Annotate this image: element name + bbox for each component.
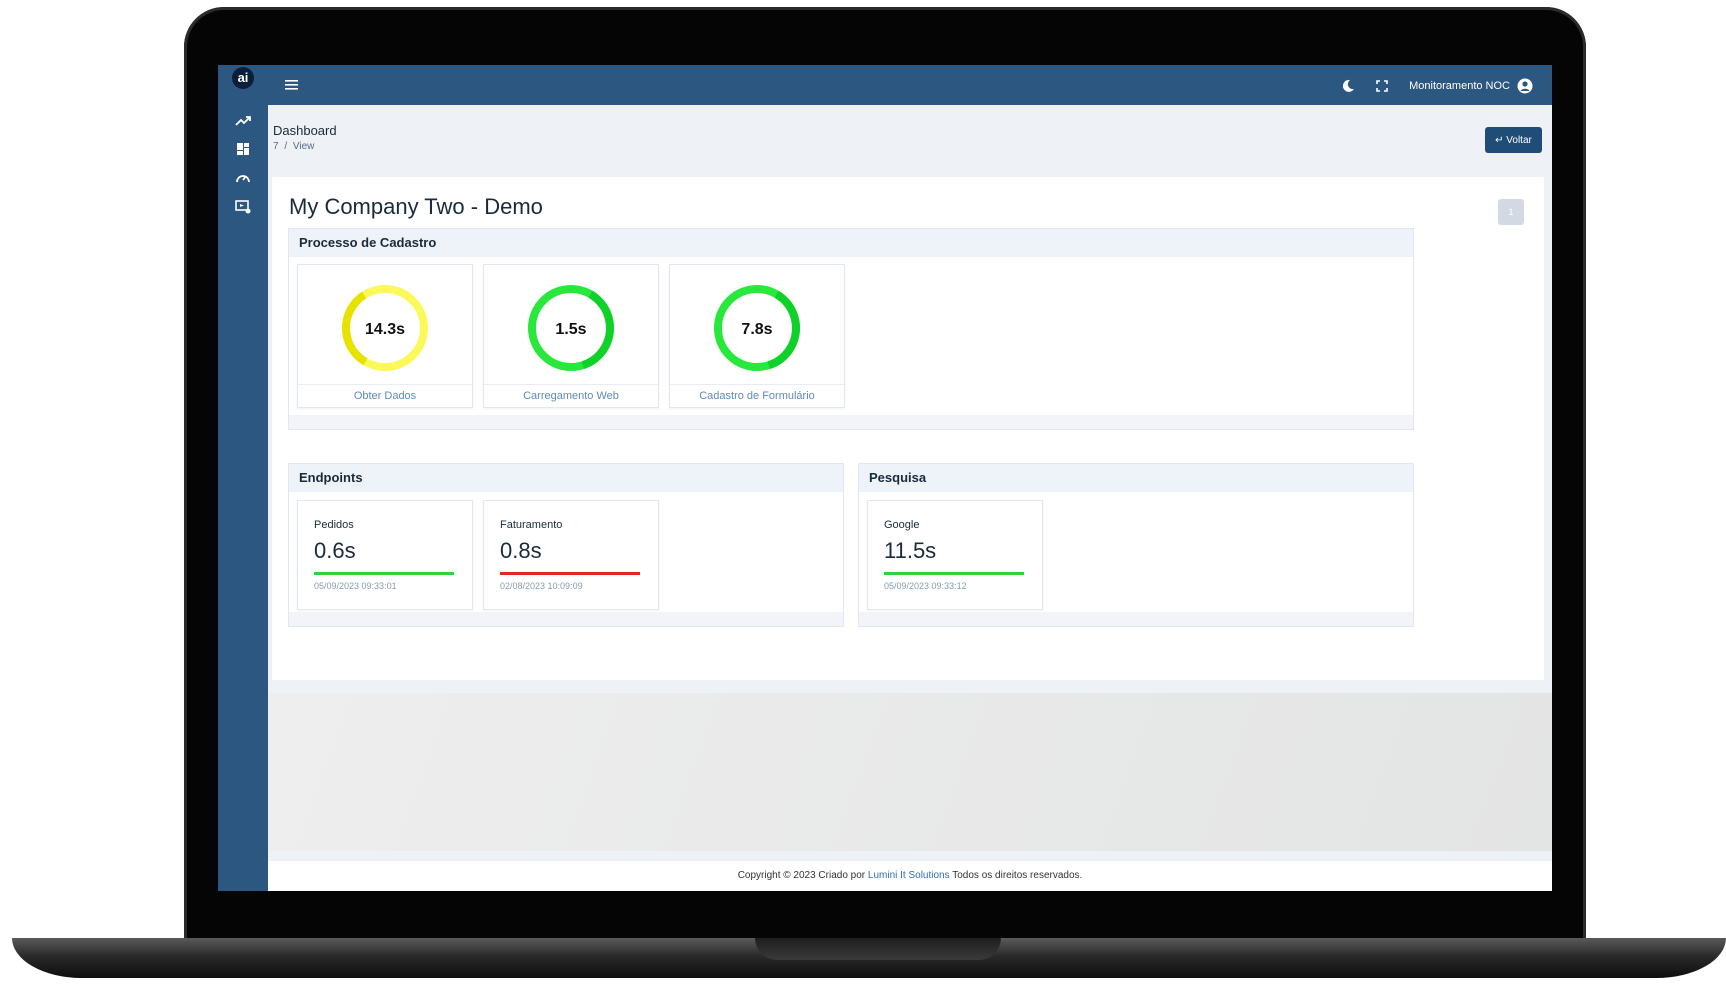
gauge-card[interactable]: 1.5s Carregamento Web (483, 264, 659, 408)
empty-area (268, 693, 1552, 851)
laptop-notch (755, 938, 1001, 960)
breadcrumb: 7 / View (273, 141, 314, 152)
gauge-label: Cadastro de Formulário (670, 384, 844, 407)
endpoints-body: Pedidos 0.6s 05/09/2023 09:33:01 Faturam… (289, 492, 843, 612)
panel-title: Pesquisa (859, 464, 1413, 492)
video-settings-icon[interactable] (234, 198, 252, 216)
endpoint-card[interactable]: Pedidos 0.6s 05/09/2023 09:33:01 (297, 500, 473, 610)
pesquisa-body: Google 11.5s 05/09/2023 09:33:12 (859, 492, 1413, 612)
fullscreen-icon[interactable] (1373, 77, 1391, 95)
gauge-ring: 7.8s (714, 285, 800, 371)
dashboard-grid-icon[interactable] (234, 140, 252, 158)
company-title: My Company Two - Demo (289, 194, 543, 219)
endpoint-status-bar (884, 572, 1024, 575)
footer-rights: Todos os direitos reservados. (952, 870, 1083, 881)
gauge-card[interactable]: 14.3s Obter Dados (297, 264, 473, 408)
breadcrumb-current: View (292, 141, 315, 152)
gauge-label: Carregamento Web (484, 384, 658, 407)
endpoint-value: 0.8s (500, 538, 542, 563)
endpoints-panel: Endpoints Pedidos 0.6s 05/09/2023 09:33:… (288, 463, 844, 627)
endpoint-name: Pedidos (314, 519, 354, 531)
speedometer-icon[interactable] (234, 169, 252, 187)
user-name[interactable]: Monitoramento NOC (1409, 80, 1510, 92)
processo-body: 14.3s Obter Dados 1.5s Carregamento Web (289, 257, 1413, 415)
page-number-button[interactable]: 1 (1498, 199, 1524, 225)
top-bar-actions: Monitoramento NOC (1339, 75, 1534, 97)
top-bar: Monitoramento NOC (268, 65, 1552, 105)
app-logo[interactable]: ai (232, 67, 254, 89)
footer: Copyright © 2023 Criado por Lumini It So… (268, 861, 1552, 891)
endpoint-status-bar (500, 572, 640, 575)
gauge-value: 14.3s (365, 321, 405, 338)
menu-icon[interactable] (284, 77, 300, 93)
pesquisa-panel: Pesquisa Google 11.5s 05/09/2023 09:33:1… (858, 463, 1414, 627)
moon-icon[interactable] (1339, 77, 1357, 95)
gauge-ring: 1.5s (528, 285, 614, 371)
breadcrumb-id[interactable]: 7 (273, 141, 279, 152)
gauge-value: 7.8s (741, 321, 772, 338)
breadcrumb-separator: / (284, 141, 288, 152)
endpoint-date: 02/08/2023 10:09:09 (500, 581, 583, 591)
endpoint-name: Google (884, 519, 920, 531)
app-screen: ai Monitoramento NOC Dashboard 7 / View … (218, 65, 1552, 891)
page-header: Dashboard 7 / View ↵ Voltar (268, 105, 1552, 173)
footer-company-link[interactable]: Lumini It Solutions (868, 870, 950, 881)
endpoint-date: 05/09/2023 09:33:12 (884, 581, 967, 591)
processo-panel: Processo de Cadastro 14.3s Obter Dados 1… (288, 228, 1414, 430)
gauge-card[interactable]: 7.8s Cadastro de Formulário (669, 264, 845, 408)
sidebar: ai (218, 65, 268, 891)
page-title: Dashboard (273, 123, 337, 138)
user-circle-icon[interactable] (1516, 77, 1534, 95)
endpoint-date: 05/09/2023 09:33:01 (314, 581, 397, 591)
endpoint-card[interactable]: Google 11.5s 05/09/2023 09:33:12 (867, 500, 1043, 610)
endpoint-card[interactable]: Faturamento 0.8s 02/08/2023 10:09:09 (483, 500, 659, 610)
panel-title: Endpoints (289, 464, 843, 492)
endpoint-status-bar (314, 572, 454, 575)
trending-icon[interactable] (234, 112, 252, 130)
dashboard-content: My Company Two - Demo 1 Processo de Cada… (272, 177, 1544, 680)
gauge-ring: 14.3s (342, 285, 428, 371)
back-button[interactable]: ↵ Voltar (1485, 127, 1542, 153)
endpoint-value: 11.5s (884, 538, 937, 563)
endpoint-name: Faturamento (500, 519, 563, 531)
footer-copyright: Copyright © 2023 Criado por (737, 870, 866, 881)
gauge-label: Obter Dados (298, 384, 472, 407)
gauge-value: 1.5s (555, 321, 586, 338)
panel-title: Processo de Cadastro (289, 229, 1413, 257)
endpoint-value: 0.6s (314, 538, 356, 563)
